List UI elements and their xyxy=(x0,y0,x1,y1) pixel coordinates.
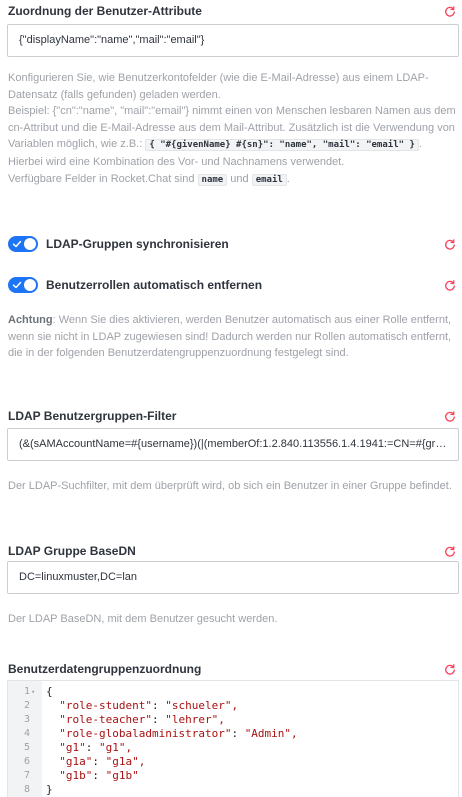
code-value: "schueler", xyxy=(165,699,239,712)
hint-field-email: email xyxy=(251,173,287,186)
code-line: 3 "role-teacher": "lehrer", xyxy=(8,713,458,727)
attribute-mapping-input[interactable]: {"displayName":"name","mail":"email"} xyxy=(7,24,459,57)
code-value: "g1a", xyxy=(105,755,146,768)
sync-groups-row: LDAP-Gruppen synchronisieren xyxy=(8,236,229,252)
code-key: "role-student" xyxy=(59,699,152,712)
toggle-knob xyxy=(24,279,36,291)
line-number: 5 xyxy=(23,742,30,753)
fold-arrow-icon[interactable]: ▾ xyxy=(31,685,35,699)
group-mapping-editor[interactable]: 1 ▾ { 2 "role-student": "schueler", 3 "r… xyxy=(7,680,459,797)
sync-groups-label: LDAP-Gruppen synchronisieren xyxy=(46,237,229,251)
hint-field-name: name xyxy=(197,173,228,186)
group-mapping-title: Benutzerdatengruppenzuordnung xyxy=(8,662,202,676)
warning-label: Achtung xyxy=(8,314,53,326)
auto-remove-roles-row: Benutzerrollen automatisch entfernen xyxy=(8,277,262,293)
group-filter-input[interactable]: (&(sAMAccountName=#{username})(|(memberO… xyxy=(7,428,459,461)
code-key: "role-globaladministrator" xyxy=(59,727,232,740)
code-line: 5 "g1": "g1", xyxy=(8,741,458,755)
code-line: 6 "g1a": "g1a", xyxy=(8,755,458,769)
code-key: "role-teacher" xyxy=(59,713,152,726)
hint-code-example: { "#{givenName} #{sn}": "name", "mail": … xyxy=(145,139,419,152)
code-text: { xyxy=(46,685,53,698)
hint-line-3: Verfügbare Felder in Rocket.Chat sind xyxy=(8,172,198,185)
code-line: 8 } xyxy=(8,783,458,797)
code-line: 4 "role-globaladministrator": "Admin", xyxy=(8,727,458,741)
line-number: 7 xyxy=(23,770,30,781)
code-key: "g1a" xyxy=(59,755,93,768)
auto-remove-roles-hint: Achtung: Wenn Sie dies aktivieren, werde… xyxy=(8,312,456,362)
reset-icon[interactable] xyxy=(444,239,456,251)
group-basedn-hint: Der LDAP BaseDN, mit dem Benutzer gesuch… xyxy=(8,613,278,625)
group-filter-hint: Der LDAP-Suchfilter, mit dem überprüft w… xyxy=(8,480,452,492)
group-basedn-input[interactable]: DC=linuxmuster,DC=lan xyxy=(7,561,459,594)
attribute-mapping-hint: Konfigurieren Sie, wie Benutzerkontofeld… xyxy=(8,70,456,188)
code-line: 1 ▾ { xyxy=(8,685,458,699)
group-filter-title: LDAP Benutzergruppen-Filter xyxy=(8,409,177,423)
code-value: "g1b" xyxy=(105,769,139,782)
code-key: "g1" xyxy=(59,741,86,754)
line-number: 6 xyxy=(23,756,30,767)
group-basedn-title: LDAP Gruppe BaseDN xyxy=(8,544,136,558)
reset-icon[interactable] xyxy=(444,664,456,676)
hint-line-1: Konfigurieren Sie, wie Benutzerkontofeld… xyxy=(8,72,429,101)
auto-remove-roles-toggle[interactable] xyxy=(8,277,38,293)
reset-icon[interactable] xyxy=(444,6,456,18)
attribute-mapping-title: Zuordnung der Benutzer-Attribute xyxy=(8,4,202,18)
code-line: 7 "g1b": "g1b" xyxy=(8,769,458,783)
line-number: 2 xyxy=(23,700,30,711)
code-text: } xyxy=(46,783,53,796)
line-number: 1 xyxy=(23,686,30,697)
reset-icon[interactable] xyxy=(444,411,456,423)
code-key: "g1b" xyxy=(59,769,93,782)
reset-icon[interactable] xyxy=(444,280,456,292)
line-number: 3 xyxy=(23,714,30,725)
toggle-knob xyxy=(24,238,36,250)
line-number: 8 xyxy=(23,784,30,795)
reset-icon[interactable] xyxy=(444,546,456,558)
auto-remove-roles-label: Benutzerrollen automatisch entfernen xyxy=(46,278,263,292)
code-line: 2 "role-student": "schueler", xyxy=(8,699,458,713)
code-value: "lehrer", xyxy=(165,713,225,726)
check-icon xyxy=(12,240,22,248)
sync-groups-toggle[interactable] xyxy=(8,236,38,252)
warning-text: : Wenn Sie dies aktivieren, werden Benut… xyxy=(8,314,452,360)
code-value: "Admin", xyxy=(244,727,298,740)
hint-and: und xyxy=(227,172,252,185)
hint-end: . xyxy=(286,172,290,185)
check-icon xyxy=(12,281,22,289)
line-number: 4 xyxy=(23,728,30,739)
code-value: "g1", xyxy=(99,741,133,754)
